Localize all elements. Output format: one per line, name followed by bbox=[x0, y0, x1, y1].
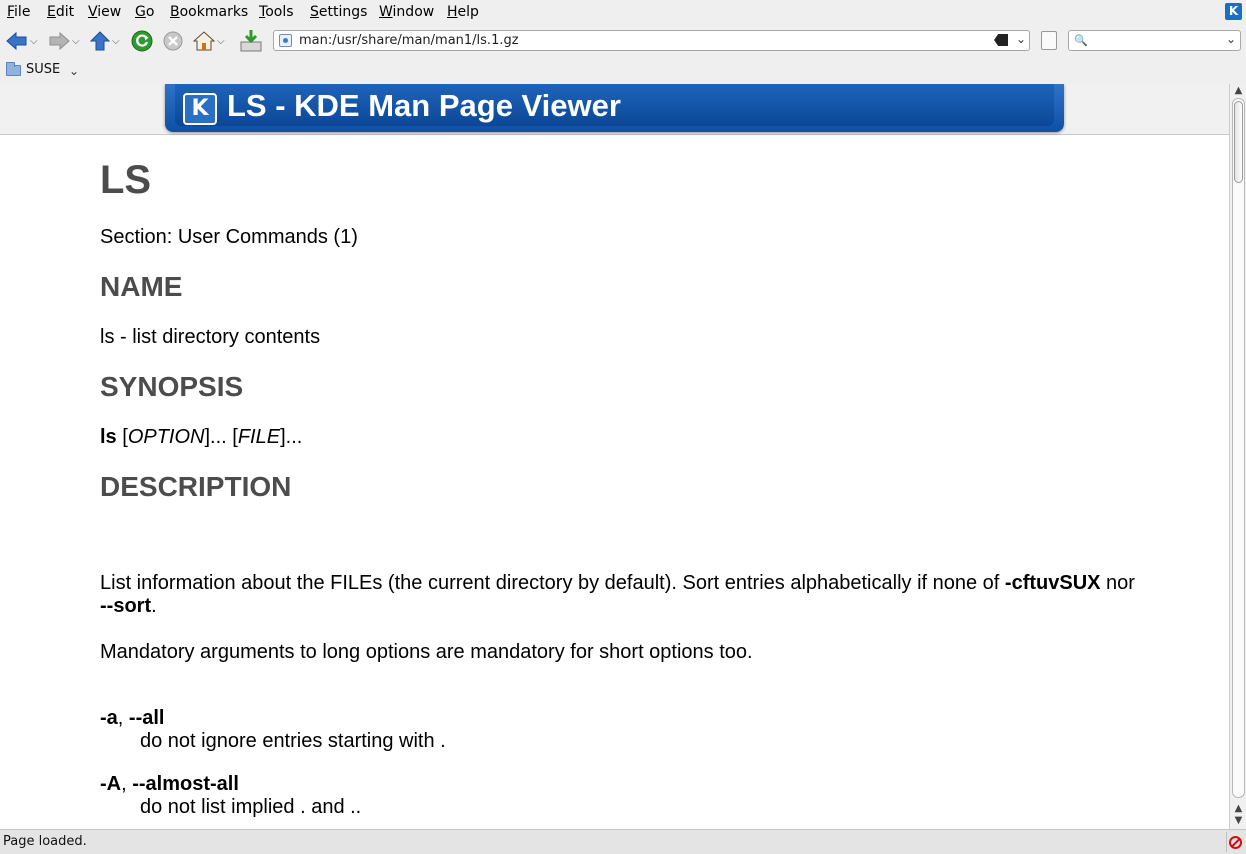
option-description: do not list implied . and .. bbox=[140, 796, 362, 818]
mandatory-note: Mandatory arguments to long options are … bbox=[100, 641, 753, 663]
up-arrow-icon bbox=[90, 31, 110, 51]
forward-arrow-icon bbox=[49, 31, 70, 51]
url-bar[interactable]: man:/usr/share/man/man1/ls.1.gz ⌄ bbox=[273, 30, 1030, 51]
url-input[interactable]: man:/usr/share/man/man1/ls.1.gz bbox=[299, 33, 519, 48]
scrollbar-track[interactable] bbox=[1232, 98, 1245, 798]
menubar: File Edit View Go Bookmarks Tools Settin… bbox=[0, 0, 1246, 24]
back-button[interactable]: ⌵ bbox=[6, 29, 38, 53]
option-term: -a, --all bbox=[100, 707, 165, 729]
forward-button[interactable]: ⌵ bbox=[48, 29, 80, 53]
search-bar[interactable]: 🔍 ⌄ bbox=[1068, 30, 1241, 51]
menu-settings[interactable]: Settings bbox=[310, 4, 367, 20]
scroll-down-arrow-icon[interactable]: ▼ bbox=[1232, 815, 1245, 827]
stop-icon bbox=[163, 31, 183, 51]
menu-bookmarks[interactable]: Bookmarks bbox=[170, 4, 248, 20]
description-heading: DESCRIPTION bbox=[100, 471, 292, 502]
scrollbar-thumb[interactable] bbox=[1234, 101, 1243, 183]
home-button[interactable]: ⌵ bbox=[193, 29, 225, 53]
up-button[interactable]: ⌵ bbox=[90, 29, 120, 53]
url-history-dropdown-icon[interactable]: ⌄ bbox=[1016, 32, 1026, 46]
search-engine-icon[interactable]: 🔍 bbox=[1074, 34, 1088, 47]
section-line: Section: User Commands (1) bbox=[100, 226, 358, 248]
vertical-scrollbar[interactable]: ▲ ▲ ▼ bbox=[1229, 84, 1246, 829]
download-icon bbox=[240, 30, 262, 52]
blocked-icon[interactable] bbox=[1229, 836, 1242, 849]
option-description: do not ignore entries starting with . bbox=[140, 730, 446, 752]
name-text: ls - list directory contents bbox=[100, 326, 321, 348]
chevron-down-icon[interactable]: ⌵ bbox=[217, 36, 225, 47]
status-bar: Page loaded. bbox=[0, 829, 1246, 854]
synopsis-heading: SYNOPSIS bbox=[100, 371, 244, 402]
chevron-down-icon[interactable]: ⌵ bbox=[72, 36, 80, 47]
bookmarks-toolbar: SUSE ⌄ bbox=[0, 58, 1246, 84]
name-heading: NAME bbox=[100, 271, 183, 302]
menu-help[interactable]: Help bbox=[447, 4, 479, 20]
option-term: -A, --almost-all bbox=[100, 773, 239, 795]
menu-window[interactable]: Window bbox=[379, 4, 434, 20]
kde-logo-icon[interactable]: K bbox=[1225, 3, 1242, 20]
menu-file[interactable]: File bbox=[7, 4, 30, 20]
home-icon bbox=[193, 31, 215, 51]
back-arrow-icon bbox=[6, 31, 27, 51]
kde-logo-icon: K bbox=[183, 93, 217, 125]
menu-edit[interactable]: Edit bbox=[47, 4, 74, 20]
document-icon[interactable] bbox=[1041, 31, 1057, 50]
page-viewport: K LS - KDE Man Page Viewer LS Section: U… bbox=[0, 84, 1229, 829]
page-favicon-icon bbox=[279, 34, 292, 47]
banner-title: LS - KDE Man Page Viewer bbox=[227, 88, 621, 123]
menu-view[interactable]: View bbox=[88, 4, 121, 20]
folder-icon[interactable] bbox=[6, 62, 21, 76]
description-paragraph: List information about the FILEs (the cu… bbox=[100, 572, 1135, 617]
page-title: LS bbox=[100, 158, 152, 202]
synopsis-line: ls [OPTION]... [FILE]... bbox=[100, 426, 303, 448]
status-text: Page loaded. bbox=[3, 834, 87, 849]
search-dropdown-icon[interactable]: ⌄ bbox=[1226, 32, 1236, 46]
reload-button[interactable] bbox=[131, 29, 153, 53]
chevron-down-icon[interactable]: ⌵ bbox=[30, 36, 38, 47]
menu-tools[interactable]: Tools bbox=[259, 4, 294, 20]
scroll-up-arrow-icon[interactable]: ▲ bbox=[1232, 85, 1245, 97]
scroll-up-arrow-icon[interactable]: ▲ bbox=[1232, 803, 1245, 815]
clear-url-icon[interactable] bbox=[994, 34, 1008, 46]
reload-icon bbox=[131, 30, 153, 52]
chevron-down-icon[interactable]: ⌄ bbox=[69, 64, 79, 78]
menu-go[interactable]: Go bbox=[135, 4, 154, 20]
man-viewer-banner: K LS - KDE Man Page Viewer bbox=[165, 84, 1064, 132]
download-button[interactable] bbox=[240, 29, 264, 53]
bookmark-folder-suse[interactable]: SUSE bbox=[26, 62, 60, 77]
stop-button[interactable] bbox=[163, 29, 183, 53]
chevron-down-icon[interactable]: ⌵ bbox=[112, 36, 120, 47]
